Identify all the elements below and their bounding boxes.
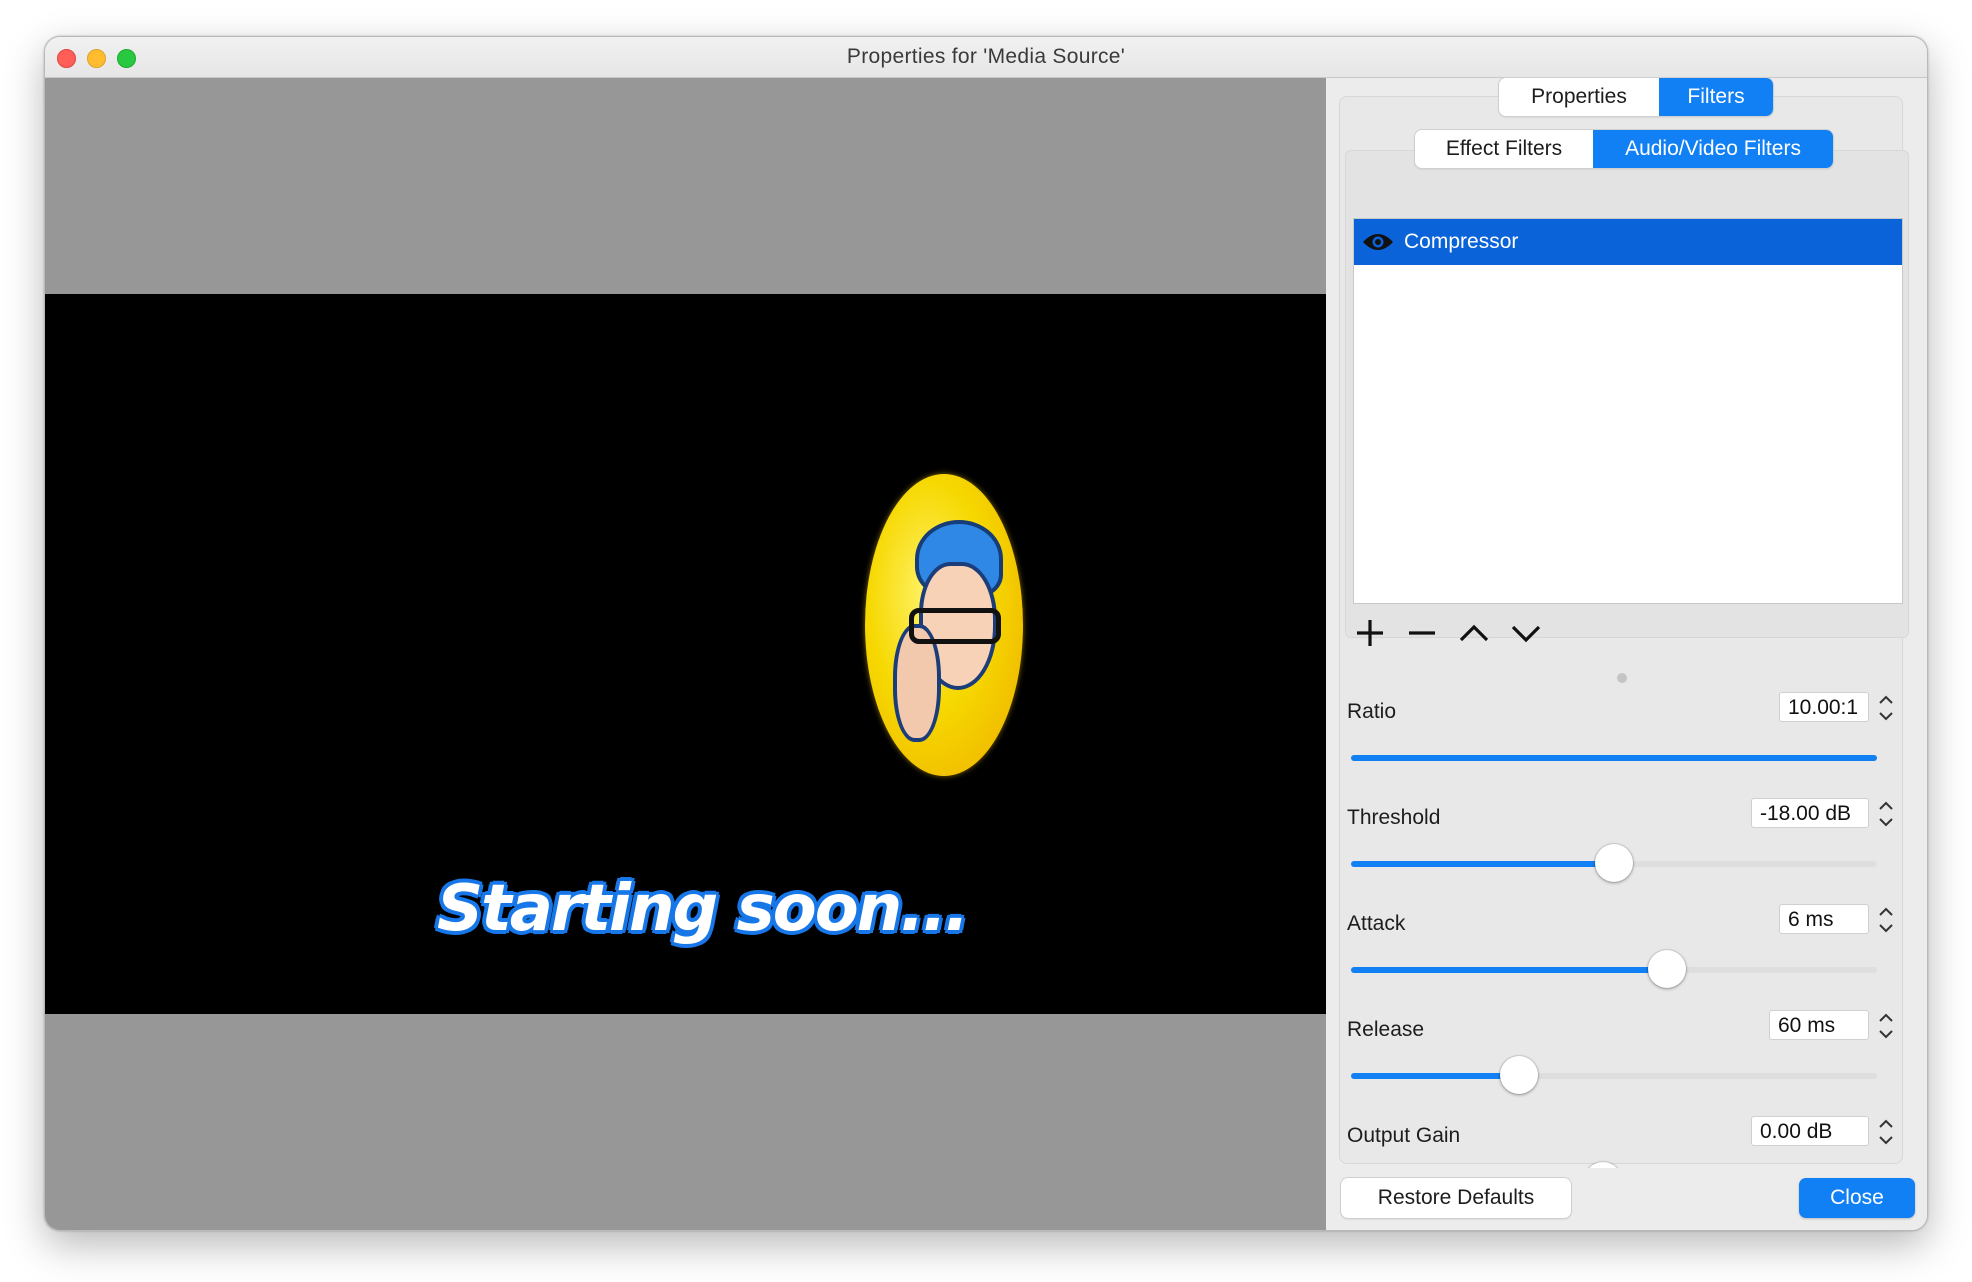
filter-properties: Ratio 10.00:1 Threshold -18.00 dB Attack… [1341, 686, 1901, 1168]
attack-input[interactable]: 6 ms [1779, 904, 1869, 934]
list-item[interactable]: Compressor [1354, 219, 1902, 265]
filter-list[interactable]: Compressor [1353, 218, 1903, 604]
property-output-gain: Output Gain 0.00 dB [1341, 1116, 1901, 1168]
attack-slider[interactable] [1351, 950, 1877, 988]
release-slider[interactable] [1351, 1056, 1877, 1094]
close-button[interactable]: Close [1799, 1178, 1915, 1218]
filter-name: Compressor [1404, 230, 1519, 253]
restore-defaults-button[interactable]: Restore Defaults [1341, 1178, 1571, 1218]
attack-stepper[interactable] [1875, 901, 1897, 939]
threshold-stepper[interactable] [1875, 795, 1897, 833]
property-label: Ratio [1347, 700, 1397, 723]
plus-icon [1357, 620, 1383, 646]
property-release: Release 60 ms [1341, 1010, 1901, 1116]
threshold-input[interactable]: -18.00 dB [1751, 798, 1869, 828]
property-label: Attack [1347, 912, 1406, 935]
filters-panel: Properties Filters Effect Filters Audio/… [1327, 78, 1927, 1230]
ratio-slider[interactable] [1351, 755, 1877, 761]
mascot-logo [865, 474, 1023, 776]
overlay-text: Starting soon... [437, 872, 969, 946]
slider-knob[interactable] [1500, 1056, 1539, 1094]
minus-icon [1409, 631, 1435, 635]
move-up-button[interactable] [1457, 616, 1491, 650]
eye-icon[interactable] [1362, 232, 1394, 252]
property-ratio: Ratio 10.00:1 [1341, 692, 1901, 798]
remove-filter-button[interactable] [1405, 616, 1439, 650]
filter-type-tab-bar: Effect Filters Audio/Video Filters [1415, 130, 1833, 168]
chevron-up-icon [1459, 624, 1489, 642]
ratio-stepper[interactable] [1875, 689, 1897, 727]
tab-properties[interactable]: Properties [1499, 78, 1659, 116]
slider-knob[interactable] [1647, 950, 1686, 988]
release-input[interactable]: 60 ms [1769, 1010, 1869, 1040]
tab-audio-video-filters[interactable]: Audio/Video Filters [1593, 130, 1833, 168]
property-label: Release [1347, 1018, 1425, 1041]
main-tab-bar: Properties Filters [1499, 78, 1773, 116]
property-threshold: Threshold -18.00 dB [1341, 798, 1901, 904]
title-bar[interactable]: Properties for 'Media Source' [45, 37, 1927, 78]
output-gain-stepper[interactable] [1875, 1113, 1897, 1151]
splitter-handle[interactable] [1617, 673, 1627, 683]
properties-window: Properties for 'Media Source' Starting s… [44, 36, 1928, 1231]
slider-knob[interactable] [1584, 1162, 1623, 1168]
output-gain-input[interactable]: 0.00 dB [1751, 1116, 1869, 1146]
release-stepper[interactable] [1875, 1007, 1897, 1045]
threshold-slider[interactable] [1351, 844, 1877, 882]
slider-knob[interactable] [1595, 844, 1633, 882]
add-filter-button[interactable] [1353, 616, 1387, 650]
chevron-down-icon [1511, 625, 1541, 643]
ratio-input[interactable]: 10.00:1 [1779, 692, 1869, 722]
move-down-button[interactable] [1509, 616, 1543, 650]
property-attack: Attack 6 ms [1341, 904, 1901, 1010]
window-title: Properties for 'Media Source' [846, 45, 1126, 68]
tab-effect-filters[interactable]: Effect Filters [1415, 130, 1593, 168]
source-preview: Starting soon... [45, 78, 1326, 1230]
video-frame: Starting soon... [45, 294, 1326, 1014]
property-label: Threshold [1347, 806, 1441, 829]
tab-filters[interactable]: Filters [1659, 78, 1773, 116]
property-label: Output Gain [1347, 1124, 1461, 1147]
list-toolbar [1353, 608, 1543, 658]
